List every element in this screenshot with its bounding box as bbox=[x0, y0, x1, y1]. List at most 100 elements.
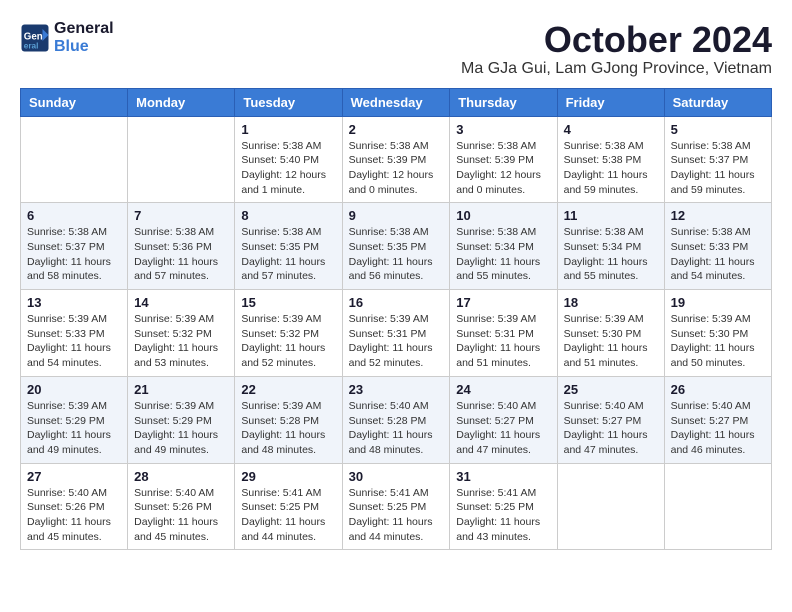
table-row: 11 Sunrise: 5:38 AM Sunset: 5:34 PM Dayli… bbox=[557, 203, 664, 290]
table-row: 10Sunrise: 5:38 AM Sunset: 5:34 PM Dayli… bbox=[450, 203, 557, 290]
title-area: October 2024 Ma GJa Gui, Lam GJong Provi… bbox=[461, 20, 772, 78]
calendar-week-row: 1 Sunrise: 5:38 AM Sunset: 5:40 PM Daylig… bbox=[21, 116, 772, 203]
day-detail: Sunrise: 5:39 AM Sunset: 5:31 PM Dayligh… bbox=[349, 312, 444, 371]
day-detail: Sunrise: 5:39 AM Sunset: 5:33 PM Dayligh… bbox=[27, 312, 121, 371]
day-number: 5 bbox=[671, 122, 765, 137]
day-detail: Sunrise: 5:41 AM Sunset: 5:25 PM Dayligh… bbox=[456, 486, 550, 545]
table-row: 16Sunrise: 5:39 AM Sunset: 5:31 PM Dayli… bbox=[342, 290, 450, 377]
day-detail: Sunrise: 5:38 AM Sunset: 5:35 PM Dayligh… bbox=[349, 225, 444, 284]
calendar-header-row: Sunday Monday Tuesday Wednesday Thursday… bbox=[21, 88, 772, 116]
col-wednesday: Wednesday bbox=[342, 88, 450, 116]
day-number: 1 bbox=[241, 122, 335, 137]
day-number: 24 bbox=[456, 382, 550, 397]
header: Gen eral General Blue October 2024 Ma GJ… bbox=[20, 20, 772, 78]
table-row: 7Sunrise: 5:38 AM Sunset: 5:36 PM Daylig… bbox=[128, 203, 235, 290]
table-row bbox=[664, 463, 771, 550]
day-detail: Sunrise: 5:38 AM Sunset: 5:38 PM Dayligh… bbox=[564, 139, 658, 198]
table-row bbox=[21, 116, 128, 203]
calendar-week-row: 13 Sunrise: 5:39 AM Sunset: 5:33 PM Dayli… bbox=[21, 290, 772, 377]
table-row: 28 Sunrise: 5:40 AM Sunset: 5:26 PM Dayli… bbox=[128, 463, 235, 550]
day-detail: Sunrise: 5:38 AM Sunset: 5:40 PM Dayligh… bbox=[241, 139, 335, 198]
day-detail: Sunrise: 5:38 AM Sunset: 5:37 PM Dayligh… bbox=[27, 225, 121, 284]
month-title: October 2024 bbox=[461, 20, 772, 60]
col-monday: Monday bbox=[128, 88, 235, 116]
day-number: 27 bbox=[27, 469, 121, 484]
table-row: 25Sunrise: 5:40 AM Sunset: 5:27 PM Dayli… bbox=[557, 376, 664, 463]
day-detail: Sunrise: 5:38 AM Sunset: 5:36 PM Dayligh… bbox=[134, 225, 228, 284]
day-number: 15 bbox=[241, 295, 335, 310]
day-number: 18 bbox=[564, 295, 658, 310]
table-row: 30Sunrise: 5:41 AM Sunset: 5:25 PM Dayli… bbox=[342, 463, 450, 550]
table-row: 23 Sunrise: 5:40 AM Sunset: 5:28 PM Dayli… bbox=[342, 376, 450, 463]
table-row: 18 Sunrise: 5:39 AM Sunset: 5:30 PM Dayli… bbox=[557, 290, 664, 377]
day-detail: Sunrise: 5:39 AM Sunset: 5:30 PM Dayligh… bbox=[564, 312, 658, 371]
day-detail: Sunrise: 5:40 AM Sunset: 5:26 PM Dayligh… bbox=[134, 486, 228, 545]
logo-text: General Blue bbox=[54, 20, 114, 56]
day-detail: Sunrise: 5:40 AM Sunset: 5:27 PM Dayligh… bbox=[671, 399, 765, 458]
table-row: 9Sunrise: 5:38 AM Sunset: 5:35 PM Daylig… bbox=[342, 203, 450, 290]
day-number: 28 bbox=[134, 469, 228, 484]
table-row: 12 Sunrise: 5:38 AM Sunset: 5:33 PM Dayli… bbox=[664, 203, 771, 290]
table-row: 14Sunrise: 5:39 AM Sunset: 5:32 PM Dayli… bbox=[128, 290, 235, 377]
day-detail: Sunrise: 5:39 AM Sunset: 5:29 PM Dayligh… bbox=[27, 399, 121, 458]
day-number: 19 bbox=[671, 295, 765, 310]
table-row: 6 Sunrise: 5:38 AM Sunset: 5:37 PM Daylig… bbox=[21, 203, 128, 290]
day-number: 3 bbox=[456, 122, 550, 137]
table-row: 22 Sunrise: 5:39 AM Sunset: 5:28 PM Dayli… bbox=[235, 376, 342, 463]
day-number: 31 bbox=[456, 469, 550, 484]
day-detail: Sunrise: 5:38 AM Sunset: 5:35 PM Dayligh… bbox=[241, 225, 335, 284]
day-detail: Sunrise: 5:38 AM Sunset: 5:34 PM Dayligh… bbox=[456, 225, 550, 284]
day-detail: Sunrise: 5:40 AM Sunset: 5:27 PM Dayligh… bbox=[564, 399, 658, 458]
table-row: 24Sunrise: 5:40 AM Sunset: 5:27 PM Dayli… bbox=[450, 376, 557, 463]
table-row: 1 Sunrise: 5:38 AM Sunset: 5:40 PM Daylig… bbox=[235, 116, 342, 203]
calendar-week-row: 6 Sunrise: 5:38 AM Sunset: 5:37 PM Daylig… bbox=[21, 203, 772, 290]
table-row: 8 Sunrise: 5:38 AM Sunset: 5:35 PM Daylig… bbox=[235, 203, 342, 290]
col-sunday: Sunday bbox=[21, 88, 128, 116]
day-number: 20 bbox=[27, 382, 121, 397]
table-row: 17Sunrise: 5:39 AM Sunset: 5:31 PM Dayli… bbox=[450, 290, 557, 377]
day-number: 11 bbox=[564, 208, 658, 223]
table-row: 26 Sunrise: 5:40 AM Sunset: 5:27 PM Dayli… bbox=[664, 376, 771, 463]
day-number: 23 bbox=[349, 382, 444, 397]
table-row bbox=[128, 116, 235, 203]
table-row: 27 Sunrise: 5:40 AM Sunset: 5:26 PM Dayli… bbox=[21, 463, 128, 550]
col-thursday: Thursday bbox=[450, 88, 557, 116]
day-detail: Sunrise: 5:39 AM Sunset: 5:32 PM Dayligh… bbox=[241, 312, 335, 371]
day-number: 13 bbox=[27, 295, 121, 310]
day-number: 22 bbox=[241, 382, 335, 397]
day-number: 12 bbox=[671, 208, 765, 223]
table-row: 3 Sunrise: 5:38 AM Sunset: 5:39 PM Daylig… bbox=[450, 116, 557, 203]
day-detail: Sunrise: 5:39 AM Sunset: 5:29 PM Dayligh… bbox=[134, 399, 228, 458]
day-detail: Sunrise: 5:38 AM Sunset: 5:34 PM Dayligh… bbox=[564, 225, 658, 284]
day-number: 26 bbox=[671, 382, 765, 397]
table-row: 29Sunrise: 5:41 AM Sunset: 5:25 PM Dayli… bbox=[235, 463, 342, 550]
calendar: Sunday Monday Tuesday Wednesday Thursday… bbox=[20, 88, 772, 551]
col-saturday: Saturday bbox=[664, 88, 771, 116]
day-detail: Sunrise: 5:41 AM Sunset: 5:25 PM Dayligh… bbox=[349, 486, 444, 545]
table-row: 4 Sunrise: 5:38 AM Sunset: 5:38 PM Daylig… bbox=[557, 116, 664, 203]
day-detail: Sunrise: 5:38 AM Sunset: 5:39 PM Dayligh… bbox=[349, 139, 444, 198]
table-row: 20 Sunrise: 5:39 AM Sunset: 5:29 PM Dayli… bbox=[21, 376, 128, 463]
calendar-week-row: 27 Sunrise: 5:40 AM Sunset: 5:26 PM Dayli… bbox=[21, 463, 772, 550]
logo: Gen eral General Blue bbox=[20, 20, 114, 56]
table-row: 13 Sunrise: 5:39 AM Sunset: 5:33 PM Dayli… bbox=[21, 290, 128, 377]
day-detail: Sunrise: 5:38 AM Sunset: 5:33 PM Dayligh… bbox=[671, 225, 765, 284]
day-number: 8 bbox=[241, 208, 335, 223]
day-number: 2 bbox=[349, 122, 444, 137]
table-row: 21 Sunrise: 5:39 AM Sunset: 5:29 PM Dayli… bbox=[128, 376, 235, 463]
day-detail: Sunrise: 5:41 AM Sunset: 5:25 PM Dayligh… bbox=[241, 486, 335, 545]
day-number: 21 bbox=[134, 382, 228, 397]
day-detail: Sunrise: 5:38 AM Sunset: 5:39 PM Dayligh… bbox=[456, 139, 550, 198]
day-detail: Sunrise: 5:39 AM Sunset: 5:28 PM Dayligh… bbox=[241, 399, 335, 458]
day-number: 4 bbox=[564, 122, 658, 137]
col-friday: Friday bbox=[557, 88, 664, 116]
day-number: 6 bbox=[27, 208, 121, 223]
day-number: 17 bbox=[456, 295, 550, 310]
day-detail: Sunrise: 5:40 AM Sunset: 5:28 PM Dayligh… bbox=[349, 399, 444, 458]
table-row: 19Sunrise: 5:39 AM Sunset: 5:30 PM Dayli… bbox=[664, 290, 771, 377]
day-detail: Sunrise: 5:39 AM Sunset: 5:32 PM Dayligh… bbox=[134, 312, 228, 371]
col-tuesday: Tuesday bbox=[235, 88, 342, 116]
table-row: 31 Sunrise: 5:41 AM Sunset: 5:25 PM Dayli… bbox=[450, 463, 557, 550]
table-row: 5Sunrise: 5:38 AM Sunset: 5:37 PM Daylig… bbox=[664, 116, 771, 203]
day-detail: Sunrise: 5:40 AM Sunset: 5:26 PM Dayligh… bbox=[27, 486, 121, 545]
